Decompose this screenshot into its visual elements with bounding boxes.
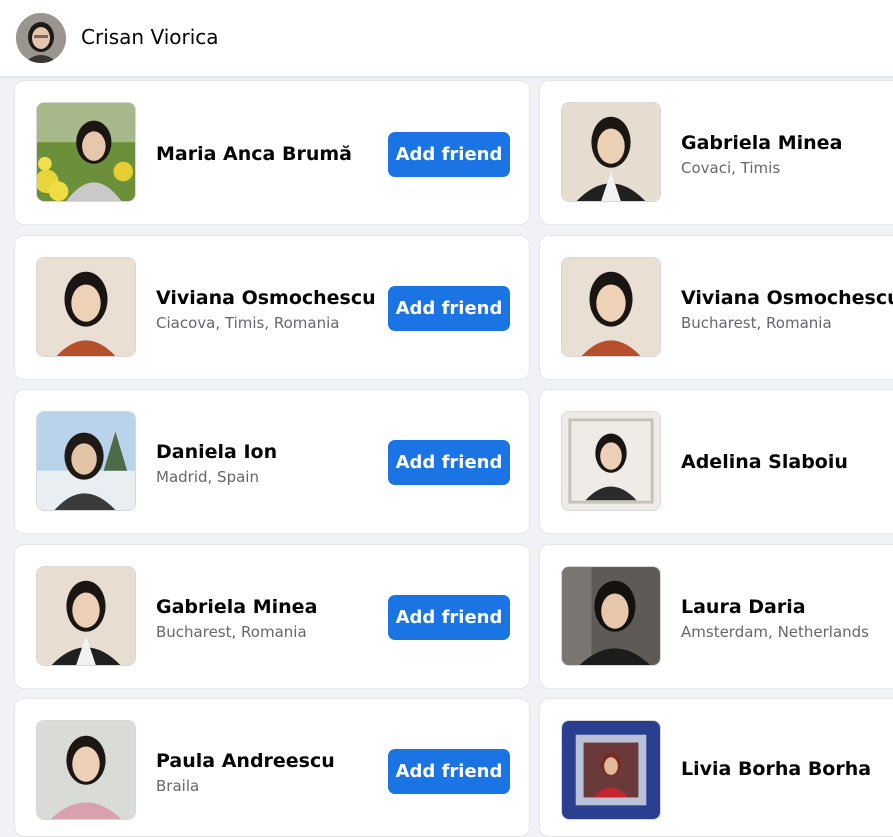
add-friend-button[interactable]: Add friend	[388, 440, 510, 485]
profile-photo[interactable]	[36, 411, 136, 511]
profile-photo[interactable]	[36, 720, 136, 820]
person-location: Bucharest, Romania	[681, 314, 832, 332]
profile-header: Crisan Viorica	[0, 0, 893, 77]
add-friend-button[interactable]: Add friend	[388, 749, 510, 794]
suggestion-card: Gabriela Minea Bucharest, Romania Add fr…	[14, 544, 530, 689]
profile-photo[interactable]	[561, 257, 661, 357]
suggestion-card: Viviana Osmochescu Ciacova, Timis, Roman…	[14, 235, 530, 380]
person-name[interactable]: Daniela Ion	[156, 441, 277, 463]
person-location: Ciacova, Timis, Romania	[156, 314, 340, 332]
person-name[interactable]: Laura Daria	[681, 596, 806, 618]
person-name[interactable]: Paula Andreescu	[156, 750, 335, 772]
person-name[interactable]: Livia Borha Borha	[681, 758, 871, 780]
add-friend-button[interactable]: Add friend	[388, 286, 510, 331]
person-location: Amsterdam, Netherlands	[681, 623, 869, 641]
profile-photo[interactable]	[36, 566, 136, 666]
profile-photo[interactable]	[561, 411, 661, 511]
person-name[interactable]: Viviana Osmochescu	[156, 287, 376, 309]
add-friend-button[interactable]: Add friend	[388, 132, 510, 177]
person-name[interactable]: Viviana Osmochescu	[681, 287, 893, 309]
person-location: Braila	[156, 777, 200, 795]
person-name[interactable]: Gabriela Minea	[681, 132, 842, 154]
profile-photo[interactable]	[561, 720, 661, 820]
person-name[interactable]: Adelina Slaboiu	[681, 451, 848, 473]
person-location: Covaci, Timis	[681, 159, 781, 177]
person-location: Bucharest, Romania	[156, 623, 307, 641]
add-friend-button[interactable]: Add friend	[388, 595, 510, 640]
suggestion-card: Paula Andreescu Braila Add friend	[14, 698, 530, 837]
profile-photo[interactable]	[36, 257, 136, 357]
profile-photo[interactable]	[561, 566, 661, 666]
suggestion-card: Adelina Slaboiu	[539, 389, 893, 534]
suggestion-card: Daniela Ion Madrid, Spain Add friend	[14, 389, 530, 534]
profile-photo[interactable]	[561, 102, 661, 202]
suggestion-card: Maria Anca Brumă Add friend	[14, 80, 530, 225]
suggestion-card: Laura Daria Amsterdam, Netherlands	[539, 544, 893, 689]
suggestion-card: Gabriela Minea Covaci, Timis	[539, 80, 893, 225]
person-name[interactable]: Gabriela Minea	[156, 596, 317, 618]
avatar[interactable]	[16, 13, 66, 63]
suggestion-card: Livia Borha Borha	[539, 698, 893, 837]
suggestion-card: Viviana Osmochescu Bucharest, Romania	[539, 235, 893, 380]
person-name[interactable]: Maria Anca Brumă	[156, 143, 352, 165]
profile-photo[interactable]	[36, 102, 136, 202]
profile-name[interactable]: Crisan Viorica	[81, 25, 219, 49]
person-location: Madrid, Spain	[156, 468, 259, 486]
